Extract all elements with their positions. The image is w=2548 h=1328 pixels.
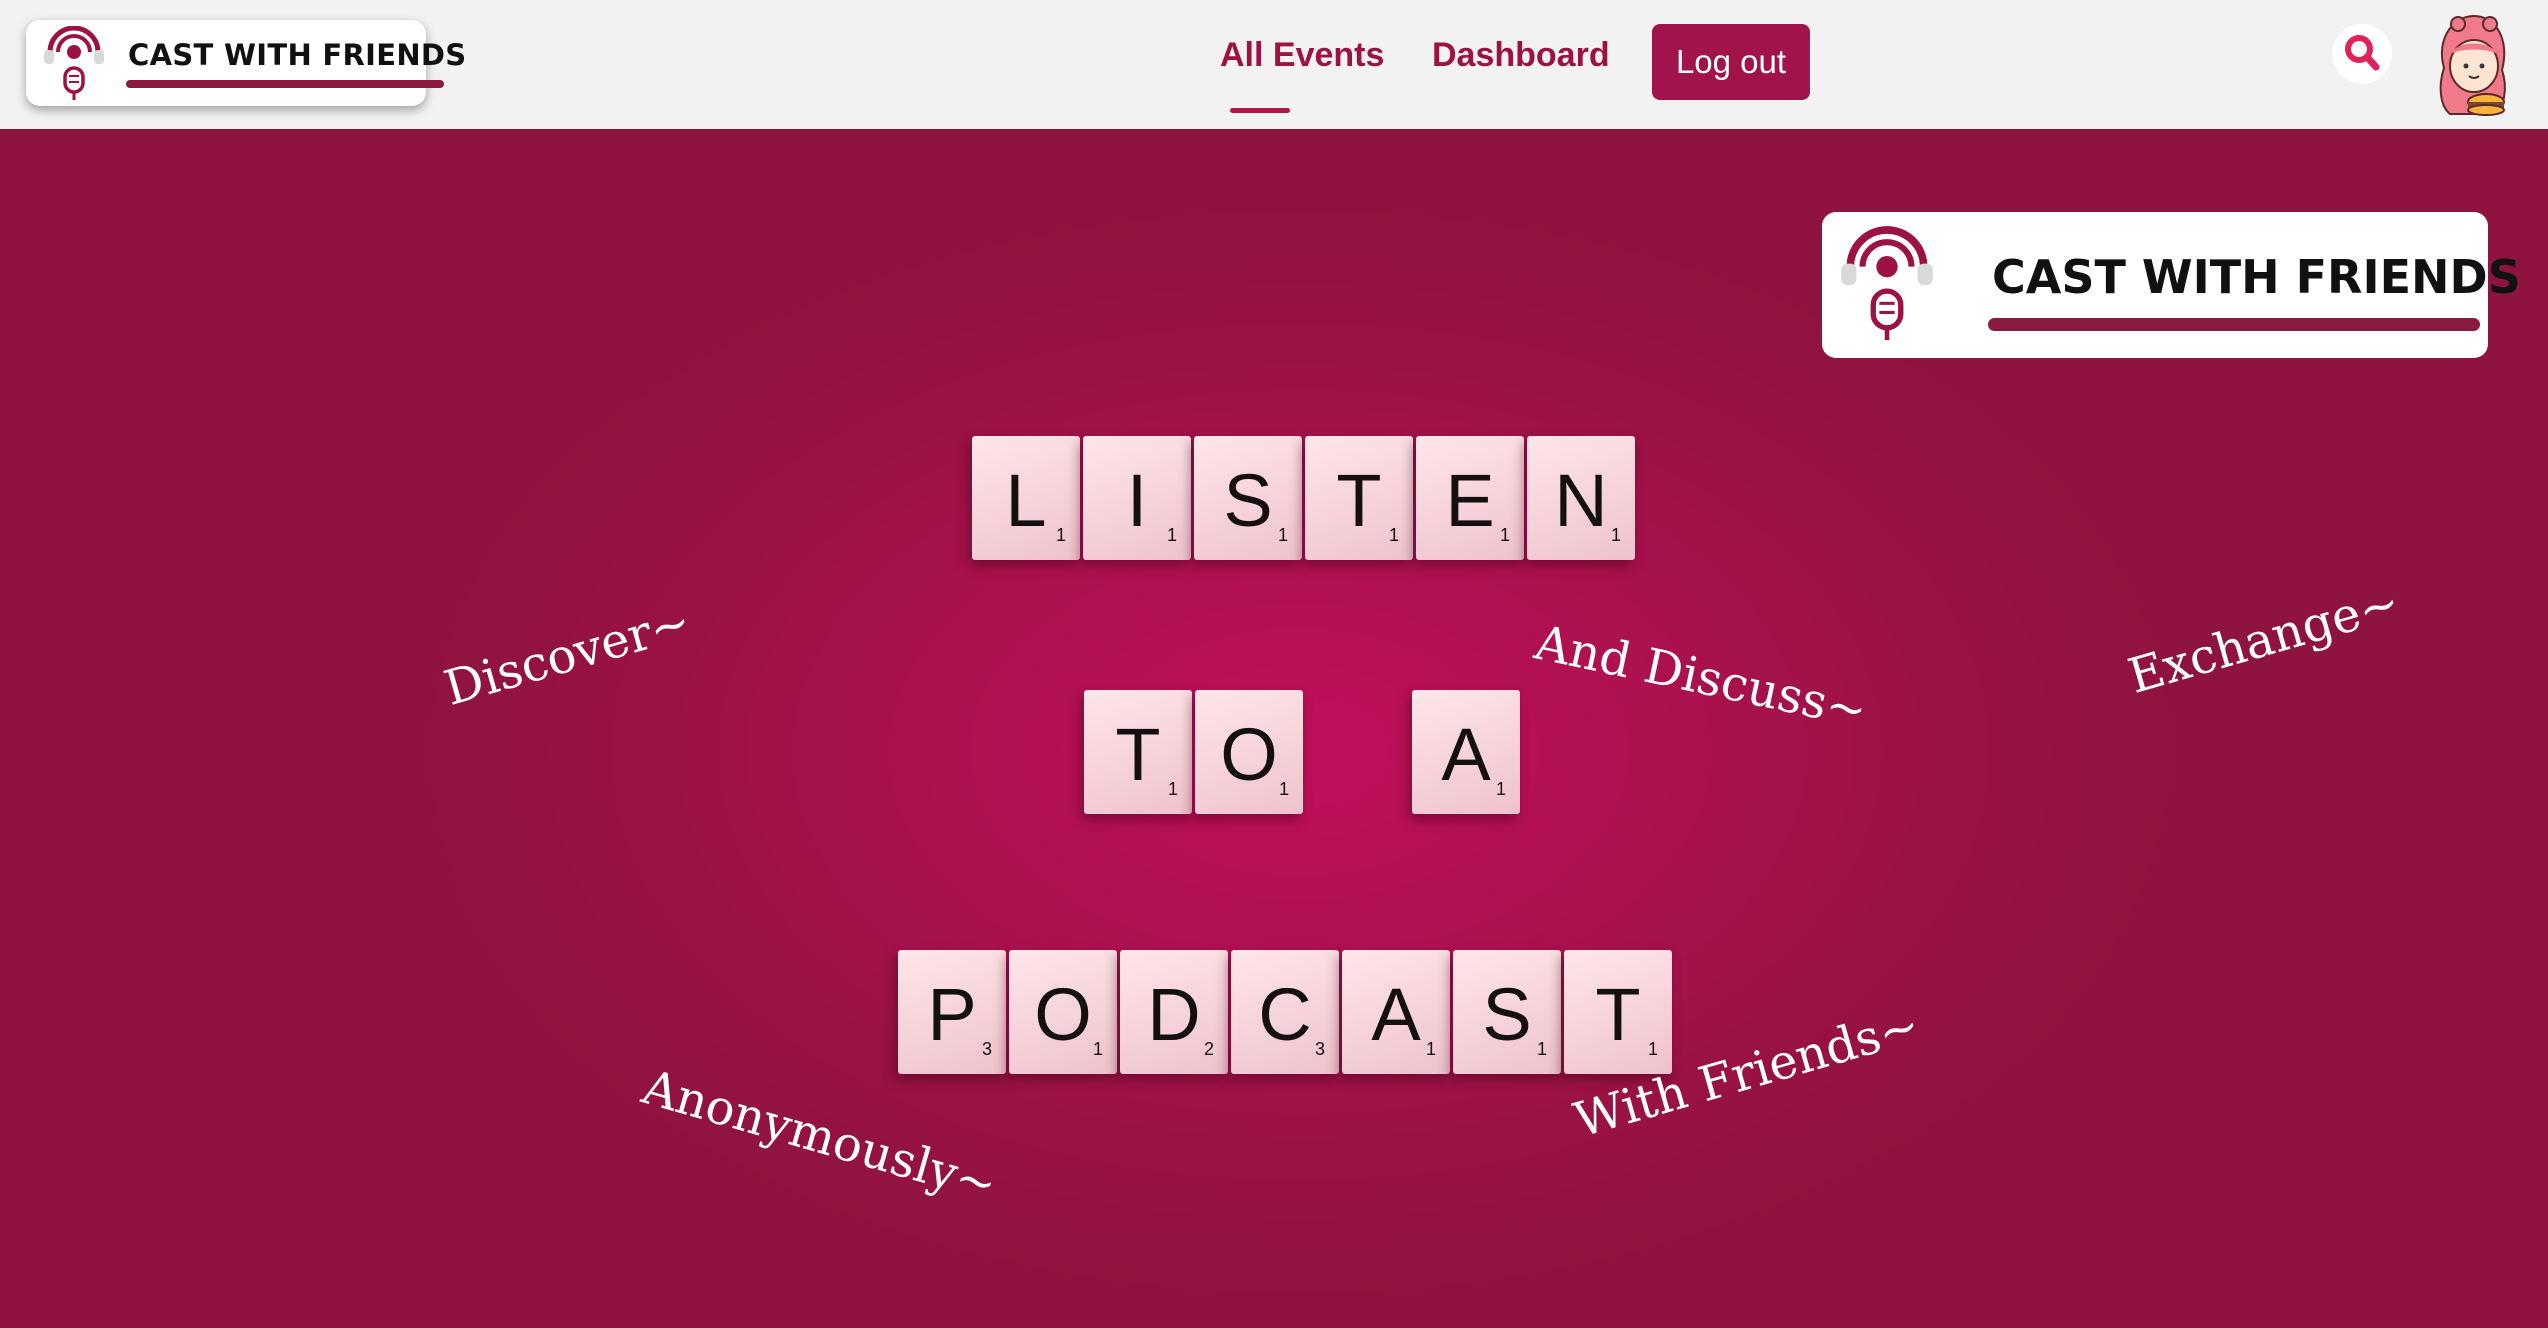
tile-points: 1 bbox=[1499, 525, 1510, 545]
letter-tile: O1 bbox=[1009, 950, 1117, 1074]
podcast-mic-icon bbox=[1841, 226, 1933, 340]
letter-tile: A1 bbox=[1412, 690, 1520, 814]
letter-tile: S1 bbox=[1194, 436, 1302, 560]
active-tab-indicator bbox=[1230, 108, 1290, 113]
phrase-discover: Discover~ bbox=[438, 593, 697, 717]
search-icon bbox=[2345, 35, 2380, 71]
letter-tile: D2 bbox=[1120, 950, 1228, 1074]
tile-points: 1 bbox=[1610, 525, 1621, 545]
tile-points: 1 bbox=[1055, 525, 1066, 545]
podcast-mic-icon bbox=[44, 26, 104, 100]
tile-points: 1 bbox=[1425, 1039, 1436, 1059]
tile-points: 1 bbox=[1167, 779, 1178, 799]
tile-points: 1 bbox=[1278, 779, 1289, 799]
hero-brand-card: CAST WITH FRIENDS bbox=[1822, 212, 2521, 358]
letter-tile: L1 bbox=[972, 436, 1080, 560]
letter-tile: C3 bbox=[1231, 950, 1339, 1074]
brand-title: CAST WITH FRIENDS bbox=[128, 38, 467, 72]
tile-points: 1 bbox=[1092, 1039, 1103, 1059]
tile-row-listen: L1 I1 S1 T1 E1 N1 bbox=[972, 436, 1638, 562]
user-avatar[interactable] bbox=[2430, 10, 2516, 116]
phrase-anonymously: Anonymously~ bbox=[636, 1059, 1003, 1214]
letter-tile: E1 bbox=[1416, 436, 1524, 560]
tile-row-podcast: P3 O1 D2 C3 A1 S1 T1 bbox=[898, 950, 1678, 1076]
letter-tile: A1 bbox=[1342, 950, 1450, 1074]
tile-points: 3 bbox=[1314, 1039, 1325, 1059]
top-navbar: CAST WITH FRIENDS All Events Dashboard L… bbox=[0, 0, 2548, 132]
letter-tile: T1 bbox=[1084, 690, 1192, 814]
tile-points: 1 bbox=[1536, 1039, 1547, 1059]
hero-banner: CAST WITH FRIENDS L1 I1 S1 T1 E1 N1 T1 O… bbox=[0, 132, 2548, 1328]
letter-tile: S1 bbox=[1453, 950, 1561, 1074]
tile-row-to-a: T1 O1 A1 bbox=[1084, 690, 1524, 816]
tile-points: 3 bbox=[981, 1039, 992, 1059]
tile-points: 1 bbox=[1495, 779, 1506, 799]
phrase-exchange: Exchange~ bbox=[2122, 574, 2406, 705]
tile-points: 1 bbox=[1166, 525, 1177, 545]
letter-tile: I1 bbox=[1083, 436, 1191, 560]
phrase-and-discuss: And Discuss~ bbox=[1530, 614, 1872, 740]
letter-tile: O1 bbox=[1195, 690, 1303, 814]
tile-points: 1 bbox=[1277, 525, 1288, 545]
tile-points: 2 bbox=[1203, 1039, 1214, 1059]
nav-link-dashboard[interactable]: Dashboard bbox=[1432, 36, 1610, 75]
letter-tile: T1 bbox=[1305, 436, 1413, 560]
search-button[interactable] bbox=[2332, 24, 2392, 84]
hero-brand-title: CAST WITH FRIENDS bbox=[1992, 250, 2521, 304]
brand-logo-link[interactable]: CAST WITH FRIENDS bbox=[26, 20, 466, 106]
tile-points: 1 bbox=[1647, 1039, 1658, 1059]
logout-button[interactable]: Log out bbox=[1652, 24, 1810, 100]
tile-points: 1 bbox=[1388, 525, 1399, 545]
letter-tile: P3 bbox=[898, 950, 1006, 1074]
hero-brand-underline bbox=[1988, 318, 2480, 331]
letter-tile: N1 bbox=[1527, 436, 1635, 560]
letter-tile: T1 bbox=[1564, 950, 1672, 1074]
brand-underline bbox=[126, 80, 444, 88]
nav-link-all-events[interactable]: All Events bbox=[1220, 36, 1384, 75]
